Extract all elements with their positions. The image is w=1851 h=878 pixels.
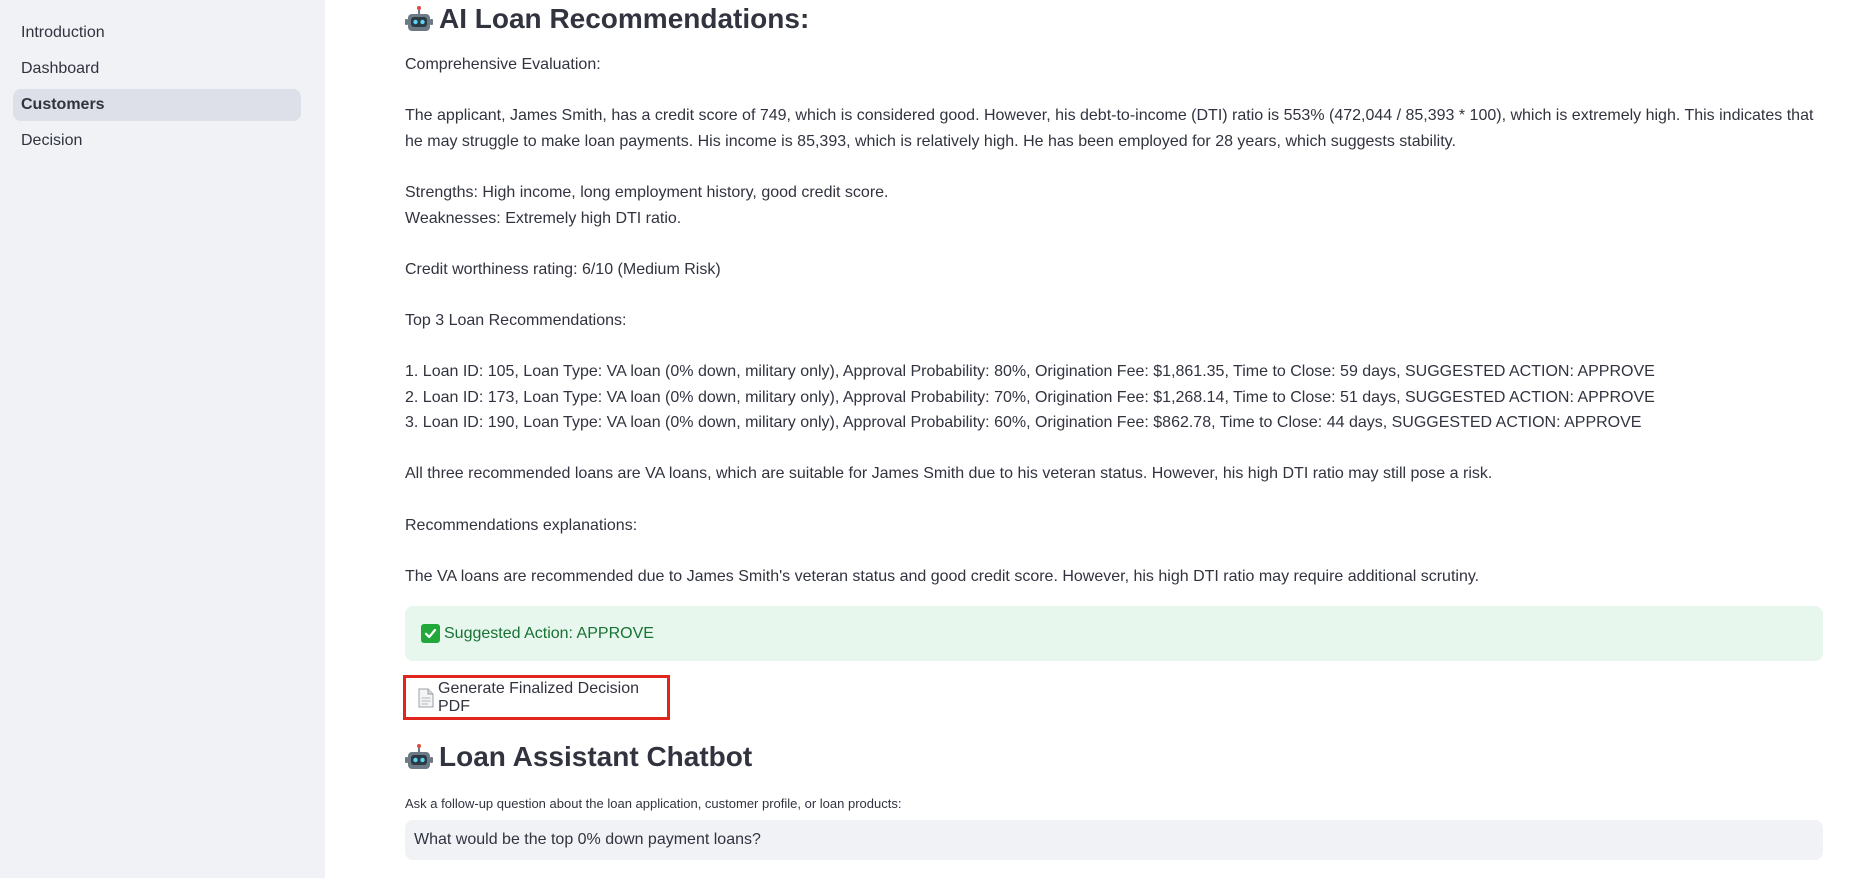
loan-recommendation-item: 1. Loan ID: 105, Loan Type: VA loan (0% … (405, 363, 1655, 380)
sidebar-item-decision[interactable]: Decision (13, 125, 301, 157)
explanations-text: The VA loans are recommended due to Jame… (405, 568, 1480, 585)
check-mark-icon (421, 624, 440, 643)
summary-text: All three recommended loans are VA loans… (405, 465, 1493, 482)
rating-text: Credit worthiness rating: 6/10 (Medium R… (405, 261, 721, 278)
loan-recommendation-item: 2. Loan ID: 173, Loan Type: VA loan (0% … (405, 389, 1655, 406)
top3-heading: Top 3 Loan Recommendations: (405, 312, 627, 329)
document-icon (418, 688, 434, 708)
eval-heading: Comprehensive Evaluation: (405, 56, 601, 73)
suggested-action-alert: Suggested Action: APPROVE (405, 606, 1823, 661)
eval-text: The applicant, James Smith, has a credit… (405, 107, 1814, 150)
sidebar-item-label: Introduction (21, 24, 105, 41)
strengths-text: Strengths: High income, long employment … (405, 184, 889, 201)
generate-pdf-button-label: Generate Finalized Decision PDF (438, 679, 639, 715)
main-content: AI Loan Recommendations: Comprehensive E… (403, 0, 1823, 878)
weaknesses-text: Weaknesses: Extremely high DTI ratio. (405, 210, 682, 227)
sidebar: Introduction Dashboard Customers Decisio… (0, 0, 325, 878)
sidebar-item-label: Customers (21, 96, 105, 113)
generate-pdf-button[interactable]: Generate Finalized Decision PDF (403, 675, 670, 720)
robot-icon (405, 743, 433, 771)
chatbot-title-text: Loan Assistant Chatbot (439, 741, 753, 772)
chatbot-title: Loan Assistant Chatbot (405, 740, 752, 774)
recommendations-title: AI Loan Recommendations: (405, 2, 809, 36)
recommendations-title-text: AI Loan Recommendations: (439, 3, 810, 34)
sidebar-item-dashboard[interactable]: Dashboard (13, 53, 301, 85)
sidebar-item-customers[interactable]: Customers (13, 89, 301, 121)
chat-question-input[interactable]: What would be the top 0% down payment lo… (405, 820, 1823, 860)
suggested-action-text: Suggested Action: APPROVE (444, 624, 654, 642)
sidebar-item-label: Dashboard (21, 60, 100, 77)
robot-icon (405, 5, 433, 33)
explanations-heading: Recommendations explanations: (405, 517, 638, 534)
sidebar-item-introduction[interactable]: Introduction (13, 17, 301, 49)
sidebar-item-label: Decision (21, 132, 83, 149)
app-window: Introduction Dashboard Customers Decisio… (0, 0, 1851, 878)
loan-recommendation-item: 3. Loan ID: 190, Loan Type: VA loan (0% … (405, 414, 1642, 431)
chat-input-label: Ask a follow-up question about the loan … (405, 796, 902, 811)
chat-question-value: What would be the top 0% down payment lo… (414, 831, 761, 848)
